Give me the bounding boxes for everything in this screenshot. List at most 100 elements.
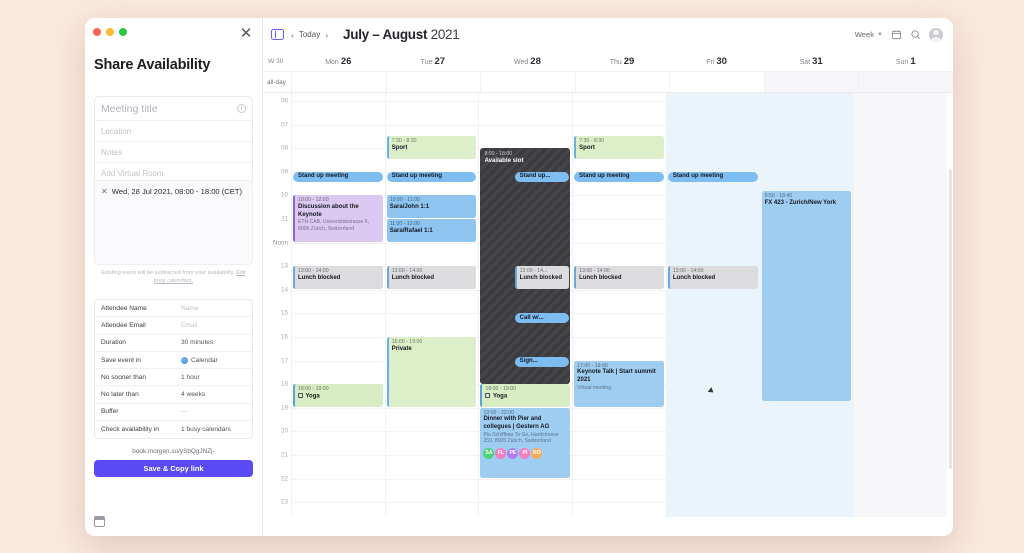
sidebar-toggle-icon[interactable] xyxy=(271,29,284,40)
meeting-fields: Meeting title i Location Notes Add Virtu… xyxy=(94,96,253,185)
calendar-event[interactable]: 18:00 - 19:00 Yoga xyxy=(480,384,571,407)
time-label: 21 xyxy=(280,451,288,459)
event-time: 13:00 - 14:00 xyxy=(672,268,704,275)
attendee-email-input[interactable]: Email xyxy=(181,322,198,329)
day-column-sun[interactable] xyxy=(853,93,948,517)
calendar-event[interactable]: 19:00 - 22:00 Dinner with Pier and colleg… xyxy=(480,407,571,478)
attendee-avatar[interactable]: RO xyxy=(531,447,543,459)
calendar-event[interactable]: Call w/... xyxy=(514,313,570,324)
calendar-event[interactable]: Sign... xyxy=(514,356,570,367)
save-and-copy-link-button[interactable]: Save & Copy link xyxy=(94,460,253,477)
calendar-color-dot-icon xyxy=(181,356,188,364)
search-icon[interactable] xyxy=(910,29,921,40)
checkbox-icon[interactable] xyxy=(485,392,491,398)
day-column-thu[interactable]: 7:30 - 8:30 Sport Stand up meeting 13:00 - … xyxy=(572,93,666,517)
today-button[interactable]: Today xyxy=(299,30,320,39)
calendar-event[interactable]: 7:30 - 8:30 Sport xyxy=(386,136,477,159)
setting-row-save-event-in[interactable]: Save event in Calendar xyxy=(95,352,252,370)
close-icon[interactable]: ✕ xyxy=(238,26,254,42)
check-availability-value[interactable]: 1 busy calendars xyxy=(181,426,231,433)
time-label: 23 xyxy=(280,498,288,506)
minimize-window-button[interactable] xyxy=(106,28,114,36)
notes-input[interactable]: Notes xyxy=(95,142,252,163)
all-day-cell-thu[interactable] xyxy=(574,72,670,92)
calendar-event[interactable]: Stand up meeting xyxy=(293,171,383,182)
setting-row-no-sooner-than[interactable]: No sooner than 1 hour xyxy=(95,369,252,387)
attendee-avatar[interactable]: PI xyxy=(519,447,531,459)
all-day-cell-sun[interactable] xyxy=(858,72,953,92)
day-header-mon[interactable]: Mon 26 xyxy=(291,51,386,71)
all-day-cell-tue[interactable] xyxy=(385,72,481,92)
day-header-wed[interactable]: Wed 28 xyxy=(480,51,575,71)
buffer-value[interactable]: — xyxy=(181,408,188,415)
day-column-sat[interactable]: 9:50 - 18:45 FX 423 - Zurich/New York xyxy=(759,93,854,517)
event-time: 7:30 - 8:30 xyxy=(579,138,604,145)
day-header-thu[interactable]: Thu 29 xyxy=(575,51,670,71)
day-header-sat[interactable]: Sat 31 xyxy=(764,51,859,71)
day-column-wed[interactable]: 8:00 - 18:00 Available slot 18:00 - 19:00 Y… xyxy=(478,93,572,517)
meeting-title-input[interactable]: Meeting title i xyxy=(95,97,252,121)
setting-row-duration[interactable]: Duration 30 minutes xyxy=(95,335,252,352)
calendar-event[interactable]: Stand up meeting xyxy=(667,171,758,182)
setting-row-attendee-name[interactable]: Attendee Name Name xyxy=(95,300,252,318)
day-column-fri[interactable]: Stand up meeting 13:00 - 14:00 Lunch block… xyxy=(665,93,760,517)
calendar-icon[interactable] xyxy=(94,516,105,527)
setting-row-buffer[interactable]: Buffer — xyxy=(95,404,252,422)
setting-row-attendee-email[interactable]: Attendee Email Email xyxy=(95,317,252,335)
checkbox-icon[interactable] xyxy=(298,392,303,398)
calendar-event[interactable]: 9:50 - 18:45 FX 423 - Zurich/New York xyxy=(761,191,852,401)
chevron-left-icon[interactable]: ‹ xyxy=(291,30,294,40)
event-time: 18:00 - 19:00 xyxy=(298,386,329,393)
calendar-event[interactable]: 17:00 - 19:00 Keynote Talk | Start summit… xyxy=(574,360,664,407)
calendar-event[interactable]: 13:00 - 14... Lunch blocked xyxy=(514,266,570,289)
calendar-event[interactable]: 13:00 - 14:00 Lunch blocked xyxy=(574,266,664,289)
calendar-icon[interactable] xyxy=(891,29,902,40)
day-header-sun[interactable]: Sun 1 xyxy=(858,51,953,71)
available-slot-label: Available slot xyxy=(484,157,524,165)
share-link-text[interactable]: book.morgen.so/ySbQgJNZj- xyxy=(85,448,262,455)
all-day-cell-mon[interactable] xyxy=(291,72,386,92)
day-dow: Sun xyxy=(895,59,909,66)
calendar-event[interactable]: 7:30 - 8:30 Sport xyxy=(574,136,664,159)
vertical-scrollbar[interactable] xyxy=(949,169,952,469)
setting-row-no-later-than[interactable]: No later than 4 weeks xyxy=(95,386,252,404)
selected-slot-chip[interactable]: ✕ Wed, 28 Jul 2021, 08:00 - 18:00 (CET) xyxy=(101,187,246,196)
calendar-event[interactable]: Stand up... xyxy=(514,171,570,182)
attendee-avatar[interactable]: SA xyxy=(483,447,495,459)
calendar-event[interactable]: 10:00 - 12:00 Discussion about the Keynot… xyxy=(293,195,383,242)
attendee-avatar[interactable]: FL xyxy=(495,447,507,459)
attendee-avatar[interactable]: PE xyxy=(507,447,519,459)
calendar-event[interactable]: Stand up meeting xyxy=(574,171,664,182)
chevron-right-icon[interactable]: › xyxy=(325,30,328,40)
calendar-event[interactable]: 10:00 - 11:00 Sara/John 1:1 xyxy=(386,195,477,218)
day-column-mon[interactable]: Stand up meeting 10:00 - 12:00 Discussion … xyxy=(291,93,385,517)
all-day-cell-sat[interactable] xyxy=(763,72,859,92)
no-later-than-value[interactable]: 4 weeks xyxy=(181,391,205,398)
no-sooner-than-value[interactable]: 1 hour xyxy=(181,374,200,381)
calendar-event[interactable]: Stand up meeting xyxy=(386,171,477,182)
calendar-event[interactable]: 13:00 - 14:00 Lunch blocked xyxy=(667,266,758,289)
all-day-cell-wed[interactable] xyxy=(480,72,575,92)
calendar-event[interactable]: 11:00 - 12:00 Sara/Rafael 1:1 xyxy=(386,219,477,242)
day-header-tue[interactable]: Tue 27 xyxy=(386,51,481,71)
all-day-cell-fri[interactable] xyxy=(669,72,764,92)
event-title: Stand up meeting xyxy=(672,173,724,180)
duration-value[interactable]: 30 minutes xyxy=(181,339,213,346)
close-window-button[interactable] xyxy=(93,28,101,36)
save-event-in-value[interactable]: Calendar xyxy=(181,356,218,364)
calendar-event[interactable]: 16:00 - 19:00 Private xyxy=(386,337,477,407)
info-icon[interactable]: i xyxy=(237,104,246,113)
calendar-event[interactable]: 18:00 - 19:00 Yoga xyxy=(293,384,383,407)
setting-row-check-availability-in[interactable]: Check availability in 1 busy calendars xyxy=(95,421,252,438)
location-input[interactable]: Location xyxy=(95,121,252,142)
selected-slots-box: ✕ Wed, 28 Jul 2021, 08:00 - 18:00 (CET) xyxy=(94,180,253,265)
view-select[interactable]: Week ▼ xyxy=(855,30,883,39)
remove-slot-icon[interactable]: ✕ xyxy=(101,187,108,196)
day-header-fri[interactable]: Fri 30 xyxy=(669,51,764,71)
attendee-name-input[interactable]: Name xyxy=(181,305,199,312)
calendar-event[interactable]: 13:00 - 14:00 Lunch blocked xyxy=(293,266,383,289)
day-column-tue[interactable]: 7:30 - 8:30 Sport Stand up meeting 10:00 - … xyxy=(384,93,479,517)
avatar[interactable] xyxy=(929,27,943,42)
calendar-event[interactable]: 13:00 - 14:00 Lunch blocked xyxy=(386,266,477,289)
maximize-window-button[interactable] xyxy=(119,28,127,36)
